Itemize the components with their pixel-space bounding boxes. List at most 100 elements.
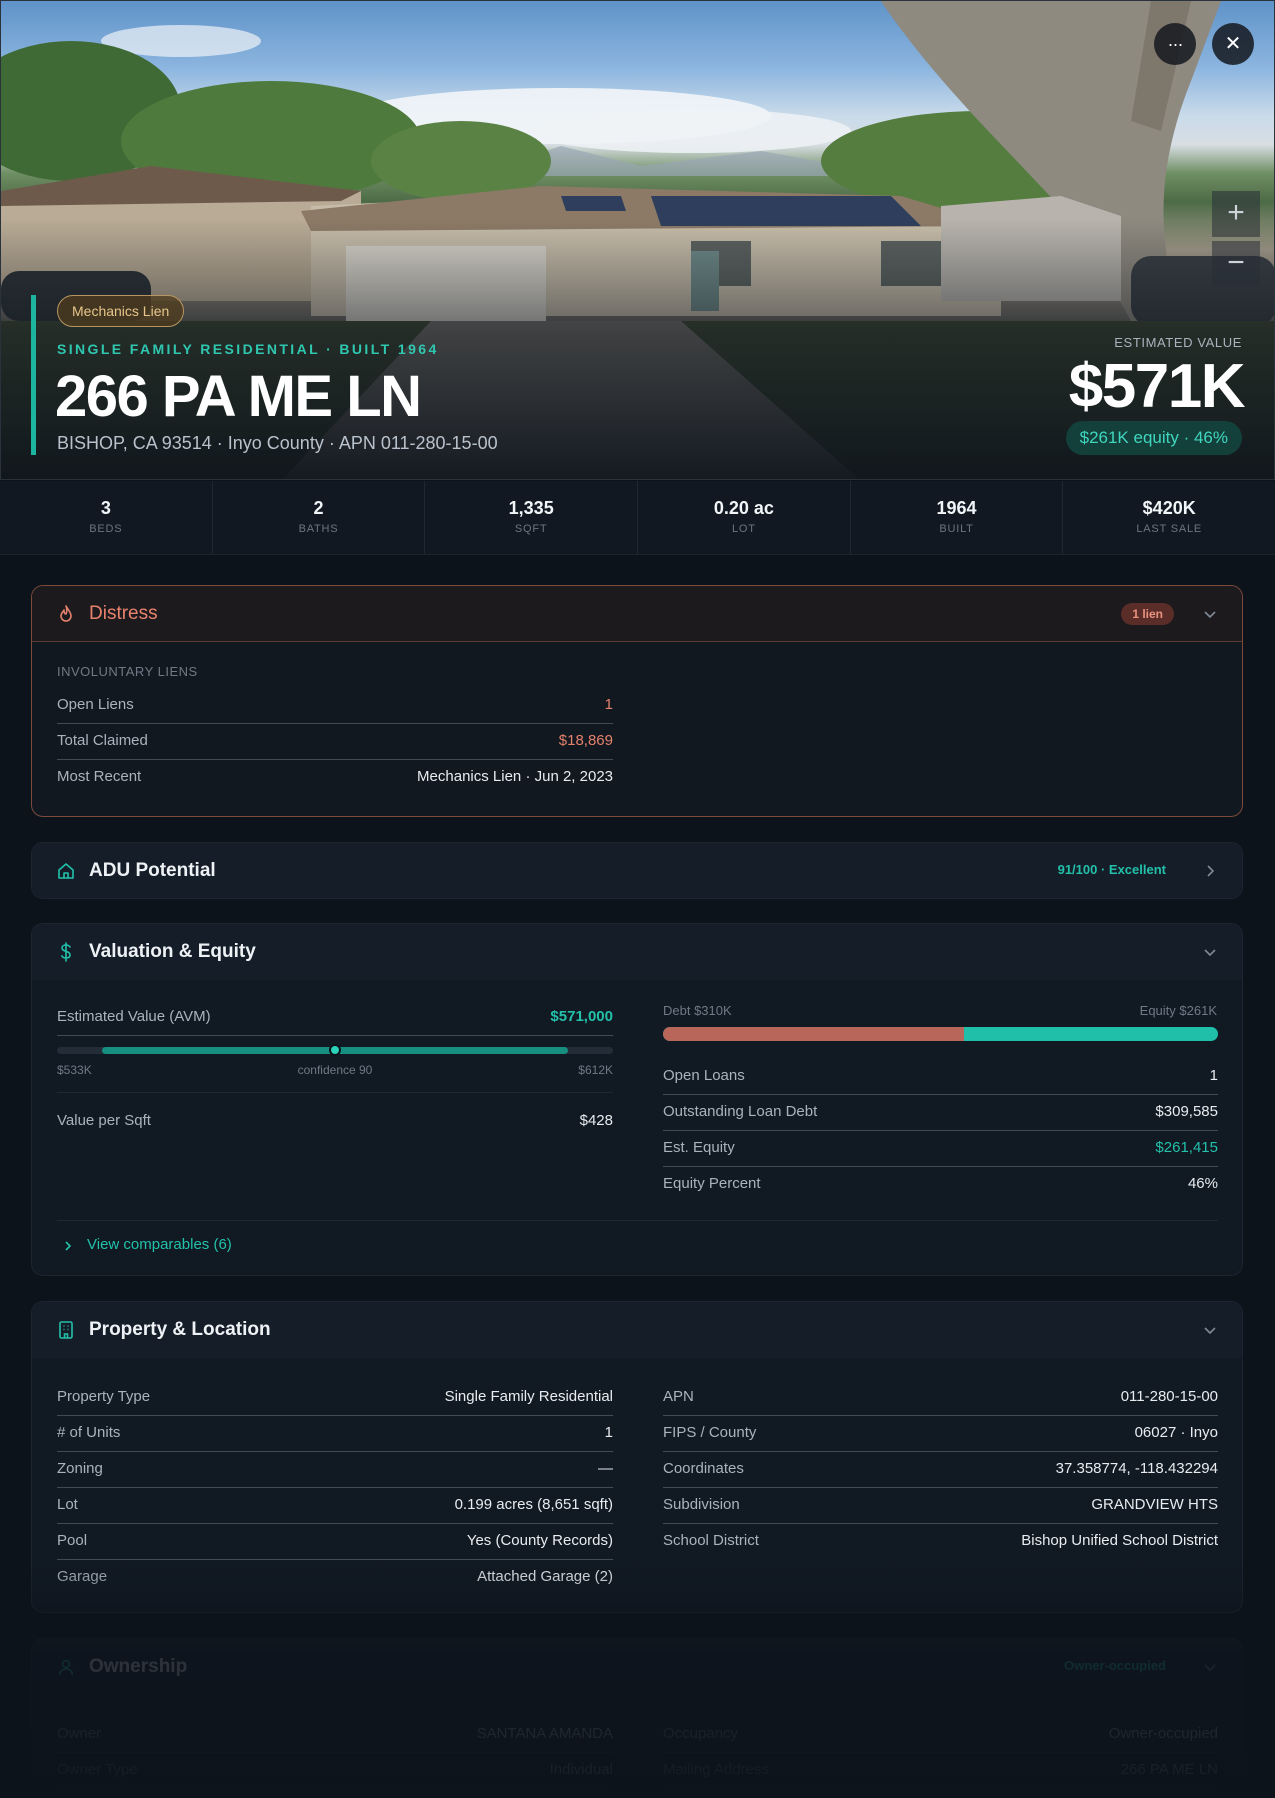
row-label: Most Recent [57,768,142,785]
ownership-title: Ownership [89,1656,188,1677]
valuation-title: Valuation & Equity [89,941,256,962]
owner-type-row: Owner Type Individual [57,1753,613,1789]
close-icon: ✕ [1224,33,1242,55]
stat-label: BATHS [298,523,339,535]
subdivision-row: Subdivision GRANDVIEW HTS [663,1488,1218,1524]
equity-pill: $261K equity · 46% [1065,421,1242,455]
debt-bar-fill [663,1027,965,1041]
property-type-row: Property Type Single Family Residential [57,1380,613,1416]
fips-county-row: FIPS / County 06027 · Inyo [663,1416,1218,1452]
property-stats-bar: 3 BEDS 2 BATHS 1,335 SQFT 0.20 ac LOT 19… [0,481,1275,555]
row-value: 1 [604,696,613,713]
distress-card: Distress 1 lien INVOLUNTARY LIENS Open L… [31,585,1243,817]
more-options-button[interactable]: ··· [1154,23,1196,65]
close-button[interactable]: ✕ [1212,23,1254,65]
owner-row: Owner SANTANA AMANDA [57,1717,613,1753]
stat-value: 2 [313,498,324,518]
equity-percent-row: Equity Percent 46% [663,1167,1218,1203]
adu-header[interactable]: ADU Potential 91/100 · Excellent [32,843,1242,898]
estimated-value: $571K [1068,352,1246,421]
units-row: # of Units 1 [57,1416,613,1452]
row-label: Coordinates [663,1460,744,1477]
zoom-in-button[interactable]: + [1212,191,1260,237]
chevron-right-icon[interactable] [1202,863,1218,879]
row-value: Mechanics Lien · Jun 2, 2023 [417,768,613,785]
row-label: Equity Percent [663,1175,761,1192]
row-label: Subdivision [663,1496,740,1513]
row-label: # of Units [57,1424,121,1441]
row-value: GRANDVIEW HTS [1091,1496,1218,1513]
row-value: 011-280-15-00 [1120,1388,1218,1405]
row-label: Value per Sqft [57,1112,151,1129]
row-value: $571,000 [550,1008,613,1025]
row-value: Bishop Unified School District [1021,1532,1218,1549]
row-label: Est. Equity [663,1139,735,1156]
property-header[interactable]: Property & Location [32,1302,1242,1358]
stat-label: LAST SALE [1136,523,1203,535]
more-icon: ··· [1167,34,1184,54]
row-value: Individual [549,1761,613,1778]
stat-value: 0.20 ac [713,498,774,518]
row-label: Garage [57,1568,108,1585]
avm-range-high: $612K [578,1063,613,1077]
distress-header[interactable]: Distress 1 lien [32,586,1242,642]
debt-equity-bar [663,1027,1218,1041]
stat-baths: 2 BATHS [213,481,426,554]
valuation-header[interactable]: Valuation & Equity [32,924,1242,980]
adu-potential-card[interactable]: ADU Potential 91/100 · Excellent [31,842,1243,899]
stat-label: BEDS [89,523,123,535]
avm-range-low: $533K [57,1063,92,1077]
row-label: Owner Type [57,1761,138,1778]
ownership-header[interactable]: Ownership Owner-occupied [32,1639,1242,1695]
row-value: $309,585 [1155,1103,1218,1120]
lot-row: Lot 0.199 acres (8,651 sqft) [57,1488,613,1524]
row-label: Outstanding Loan Debt [663,1103,818,1120]
chevron-down-icon[interactable] [1202,606,1218,622]
row-label: Property Type [57,1388,151,1405]
chevron-right-icon [65,1241,72,1251]
row-label: Owner [57,1725,102,1742]
property-subtitle: SINGLE FAMILY RESIDENTIAL · BUILT 1964 [57,341,439,357]
row-label: Open Loans [663,1067,745,1084]
row-value: 37.358774, -118.432294 [1055,1460,1218,1477]
equity-label: Equity $261K [1139,1003,1217,1018]
school-district-row: School District Bishop Unified School Di… [663,1524,1218,1560]
est-equity-row: Est. Equity $261,415 [663,1131,1218,1167]
row-label: Total Claimed [57,732,148,749]
avm-range-track [57,1044,613,1056]
user-icon [58,1659,74,1676]
row-label: School District [663,1532,759,1549]
row-value: Yes (County Records) [466,1532,613,1549]
stat-built: 1964 BUILT [851,481,1064,554]
flame-icon [60,605,72,622]
chevron-down-icon[interactable] [1202,1322,1218,1338]
zoom-out-button[interactable]: − [1212,241,1260,287]
involuntary-liens-label: INVOLUNTARY LIENS [57,664,198,679]
estimated-value-label: ESTIMATED VALUE [1114,335,1242,350]
value-per-sqft-row: Value per Sqft $428 [57,1104,613,1140]
stat-label: BUILT [939,523,974,535]
row-value: $261,415 [1155,1139,1218,1156]
debt-label: Debt $310K [663,1003,732,1018]
row-value: $428 [579,1112,613,1129]
building-icon [59,1321,73,1339]
row-label: Open Liens [57,696,134,713]
row-value: 1 [604,1424,613,1441]
adu-title: ADU Potential [89,860,216,881]
stat-beds: 3 BEDS [0,481,213,554]
garage-row: Garage Attached Garage (2) [57,1560,613,1596]
chevron-down-icon[interactable] [1202,1659,1218,1675]
row-value: 0.199 acres (8,651 sqft) [454,1496,613,1513]
row-value: 06027 · Inyo [1134,1424,1218,1441]
chevron-down-icon[interactable] [1202,944,1218,960]
plus-icon: + [1227,196,1245,229]
valuation-equity-card: Valuation & Equity Estimated Value (AVM)… [31,923,1243,1276]
distress-title: Distress [89,603,158,624]
mechanics-lien-badge: Mechanics Lien [57,295,185,327]
row-value: Attached Garage (2) [477,1568,613,1585]
row-value: 46% [1187,1175,1218,1192]
stat-lot: 0.20 ac LOT [638,481,851,554]
row-value: $18,869 [558,732,613,749]
row-value: SANTANA AMANDA [476,1725,613,1742]
avm-marker [329,1044,341,1056]
